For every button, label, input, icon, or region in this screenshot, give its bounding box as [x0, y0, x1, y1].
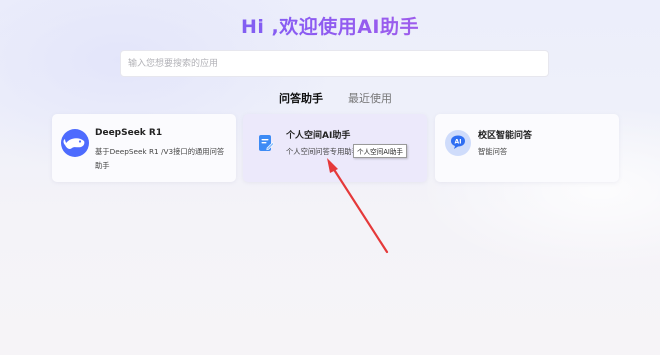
app-card-name: 校区智能问答 — [478, 131, 533, 141]
tooltip: 个人空间AI助手 — [353, 144, 408, 158]
document-edit-icon — [251, 128, 281, 158]
app-card-desc: 智能问答 — [478, 147, 508, 156]
svg-text:AI: AI — [455, 139, 462, 146]
app-card-campus-qa[interactable]: AI 校区智能问答 智能问答 — [435, 114, 619, 182]
ai-chat-icon: AI — [443, 128, 473, 158]
page-title: Hi ,欢迎使用AI助手 — [0, 12, 660, 39]
tab-recent[interactable]: 最近使用 — [348, 90, 392, 106]
whale-icon — [60, 128, 90, 158]
app-card-name: 个人空间AI助手 — [286, 131, 351, 141]
app-card-deepseek[interactable]: DeepSeek R1 基于DeepSeek R1 /V3接口的通用问答助手 — [52, 114, 236, 182]
app-card-name: DeepSeek R1 — [95, 128, 163, 138]
search-input[interactable] — [120, 50, 549, 77]
tab-qa-assistant[interactable]: 问答助手 — [279, 90, 323, 106]
app-card-desc: 基于DeepSeek R1 /V3接口的通用问答助手 — [95, 147, 225, 170]
